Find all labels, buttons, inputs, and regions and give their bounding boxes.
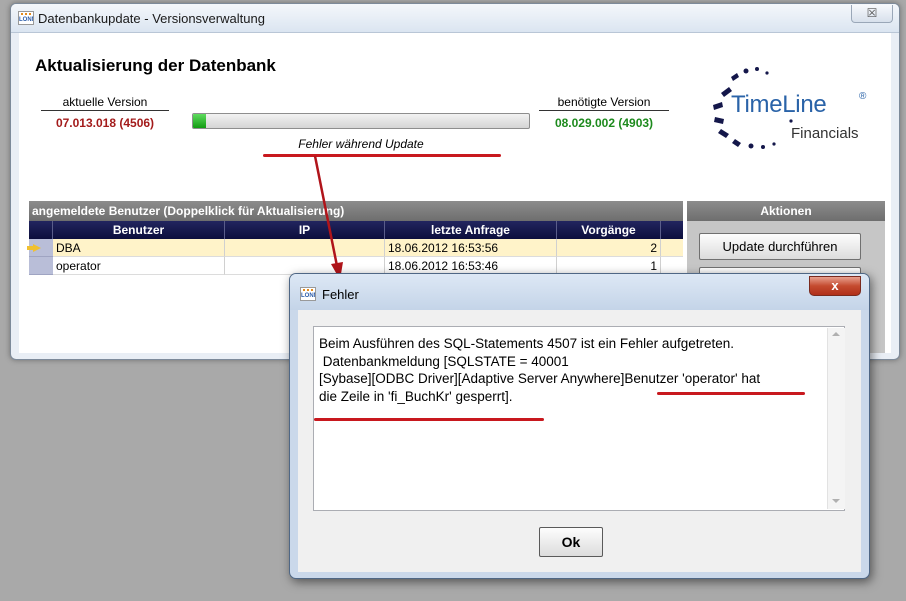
page-title: Aktualisierung der Datenbank xyxy=(35,56,276,75)
table-row-cell[interactable]: DBA xyxy=(53,239,225,257)
update-status-text: Fehler während Update xyxy=(298,137,424,151)
annotation-underline xyxy=(263,154,501,157)
close-button[interactable]: ☒ xyxy=(851,5,893,23)
close-icon: x xyxy=(831,278,839,293)
update-button[interactable]: Update durchführen xyxy=(699,233,861,260)
current-row-arrow-icon xyxy=(27,244,41,252)
scroll-up-icon[interactable] xyxy=(832,332,840,336)
logo-subtitle: Financials xyxy=(791,125,859,142)
app-icon: LONN xyxy=(300,287,316,301)
error-dialog-title: Fehler xyxy=(322,287,359,302)
error-dialog-titlebar[interactable]: LONN Fehler x xyxy=(290,274,869,310)
current-version-label: aktuelle Version xyxy=(62,95,148,109)
table-row-cell[interactable] xyxy=(661,239,683,257)
update-progress-bar xyxy=(192,113,530,129)
app-icon: LONN xyxy=(18,11,34,25)
required-version-value: 08.029.002 (4903) xyxy=(554,116,654,130)
column-header-user[interactable]: Benutzer xyxy=(53,221,225,239)
close-icon: ☒ xyxy=(866,6,878,20)
table-row-cell[interactable]: 18.06.2012 16:53:56 xyxy=(385,239,557,257)
ok-button[interactable]: Ok xyxy=(539,527,603,557)
users-section-header: angemeldete Benutzer (Doppelklick für Ak… xyxy=(29,201,683,221)
window-title: Datenbankupdate - Versionsverwaltung xyxy=(38,11,265,26)
table-row-cell[interactable] xyxy=(225,239,385,257)
current-version-value: 07.013.018 (4506) xyxy=(55,116,155,130)
actions-header: Aktionen xyxy=(687,201,885,221)
table-row-cell[interactable]: operator xyxy=(53,257,225,275)
error-dialog: LONN Fehler x Beim Ausführen des SQL-Sta… xyxy=(289,273,870,579)
divider xyxy=(539,110,669,111)
logo-name: TimeLine xyxy=(731,91,827,118)
column-header-last-request[interactable]: letzte Anfrage xyxy=(385,221,557,239)
annotation-underline xyxy=(657,392,805,395)
column-header-filler xyxy=(661,221,683,239)
scroll-down-icon[interactable] xyxy=(832,499,840,503)
table-row-cell[interactable]: 2 xyxy=(557,239,661,257)
divider xyxy=(41,110,169,111)
row-indicator[interactable] xyxy=(27,239,53,257)
error-close-button[interactable]: x xyxy=(809,276,861,296)
required-version-label: benötigte Version xyxy=(557,95,651,109)
vertical-scrollbar[interactable] xyxy=(827,328,845,509)
column-header-ip[interactable]: IP xyxy=(225,221,385,239)
grid-corner xyxy=(29,221,53,239)
annotation-underline xyxy=(314,418,544,421)
column-header-count[interactable]: Vorgänge xyxy=(557,221,661,239)
main-titlebar[interactable]: LONN Datenbankupdate - Versionsverwaltun… xyxy=(11,4,899,33)
logo-registered-mark: ® xyxy=(859,91,867,102)
progress-fill xyxy=(193,114,206,128)
row-indicator[interactable] xyxy=(29,257,53,275)
